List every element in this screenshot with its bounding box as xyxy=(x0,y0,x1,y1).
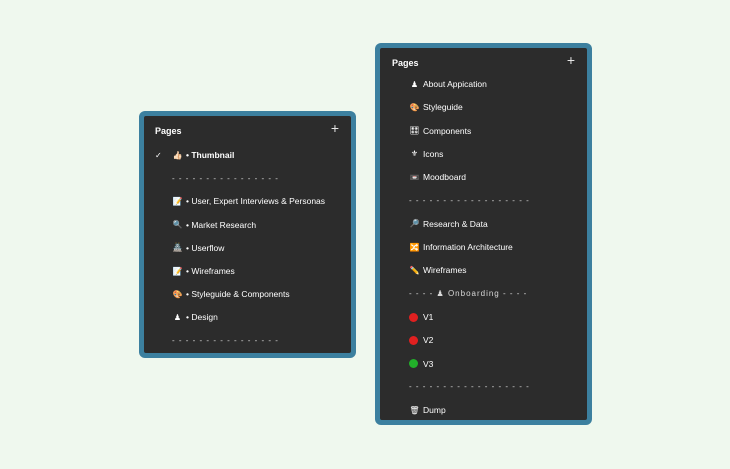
page-emoji-icon: 👍🏻 xyxy=(172,150,183,160)
page-item-label: V2 xyxy=(423,335,434,346)
page-item[interactable]: V1 xyxy=(380,308,587,326)
page-item-label: • Wireframes xyxy=(186,266,235,276)
separator-label: - - - - ♟ Onboarding - - - - xyxy=(409,289,528,299)
page-emoji-icon: 🔀 xyxy=(409,242,420,252)
page-item-label: • Styleguide & Components xyxy=(186,289,290,300)
page-separator[interactable]: - - - - - - - - - - - - - - - - - - xyxy=(380,378,587,396)
page-item-label: V1 xyxy=(423,312,434,322)
page-emoji-icon: 🎨 xyxy=(409,102,420,112)
page-item-label: Wireframes xyxy=(423,265,467,276)
page-item[interactable]: 🏯 • Userflow xyxy=(144,239,351,257)
page-item-label: V3 xyxy=(423,358,434,369)
page-item[interactable]: 🎨 Styleguide xyxy=(380,98,587,116)
right-pages-panel-frame: Pages + ♟ About Appication 🎨 Styleguide 🎛 Com… xyxy=(375,43,592,425)
status-dot-icon xyxy=(409,359,418,369)
page-item-label: • User, Expert Interviews & Personas xyxy=(186,196,326,207)
checkmark-icon: ✓ xyxy=(155,150,162,160)
page-item-label: • Market Research xyxy=(186,219,257,230)
separator-label: - - - - - - - - - - - - - - - - xyxy=(172,173,279,183)
page-item-label: • Userflow xyxy=(186,242,225,253)
page-item[interactable]: 🎨 • Styleguide & Components xyxy=(144,285,351,303)
page-item[interactable]: 📝 • User, Expert Interviews & Personas xyxy=(144,192,351,210)
right-pages-title: Pages xyxy=(392,58,419,68)
page-item[interactable]: V2 xyxy=(380,331,587,349)
page-emoji-icon: 🔎 xyxy=(409,219,420,229)
page-item[interactable]: ♟ About Appication xyxy=(380,75,587,93)
page-emoji-icon: 📝 xyxy=(172,266,183,276)
page-item-label: Styleguide xyxy=(423,102,463,113)
page-item[interactable]: ✓ 👍🏻 • Thumbnail xyxy=(144,146,351,164)
page-item-label: About Appication xyxy=(423,79,487,89)
page-emoji-icon: ♟ xyxy=(173,312,182,322)
page-item[interactable]: 📼 Moodboard xyxy=(380,168,587,186)
page-emoji-icon: 📼 xyxy=(409,172,420,182)
page-section-header[interactable]: - - - - ♟ Onboarding - - - - xyxy=(380,285,587,303)
separator-label: - - - - - - - - - - - - - - - - xyxy=(172,336,279,346)
page-item[interactable]: 🔀 Information Architecture xyxy=(380,238,587,256)
page-item[interactable]: 🔎 Research & Data xyxy=(380,215,587,233)
page-separator[interactable]: - - - - - - - - - - - - - - - - - - xyxy=(380,192,587,210)
status-dot-icon xyxy=(409,335,418,345)
page-separator[interactable]: - - - - - - - - - - - - - - - - xyxy=(144,332,351,350)
separator-label: - - - - - - - - - - - - - - - - - - xyxy=(409,196,530,205)
page-item-label: Research & Data xyxy=(423,218,488,229)
page-emoji-icon: ✏️ xyxy=(409,265,420,275)
page-item-label: Components xyxy=(423,125,472,136)
page-emoji-icon: 🏯 xyxy=(172,243,183,253)
page-emoji-icon: ⚜ xyxy=(410,149,419,159)
page-item[interactable]: ⚜ Icons xyxy=(380,145,587,163)
page-item[interactable]: 🎛 Components xyxy=(380,122,587,140)
page-item[interactable]: ♟ • Design xyxy=(144,308,351,326)
page-item-label: Dump xyxy=(423,405,446,416)
left-pages-header: Pages + xyxy=(144,116,351,146)
page-item-label: • Design xyxy=(186,312,218,323)
status-dot-icon xyxy=(409,312,418,322)
page-item[interactable]: 🔍 • Market Research xyxy=(144,216,351,234)
page-item[interactable]: ✏️ Wireframes xyxy=(380,261,587,279)
page-item[interactable]: V3 xyxy=(380,355,587,373)
left-pages-title: Pages xyxy=(155,126,182,136)
page-emoji-icon: 🎛 xyxy=(409,126,420,136)
page-item[interactable]: 📝 • Wireframes xyxy=(144,262,351,280)
page-emoji-icon: 🗑 xyxy=(409,405,420,415)
page-item-label: • Thumbnail xyxy=(186,150,235,160)
left-add-page-icon[interactable]: + xyxy=(331,121,339,135)
right-pages-panel: Pages + ♟ About Appication 🎨 Styleguide 🎛 Com… xyxy=(380,48,587,420)
page-item[interactable]: 🗑 Dump xyxy=(380,401,587,419)
page-item-label: Moodboard xyxy=(423,172,467,183)
separator-label: - - - - - - - - - - - - - - - - - - xyxy=(409,382,530,392)
right-add-page-icon[interactable]: + xyxy=(567,53,575,67)
page-emoji-icon: 🔍 xyxy=(172,220,183,230)
page-emoji-icon: 🎨 xyxy=(172,289,183,299)
page-emoji-icon: ♟ xyxy=(410,79,419,89)
left-pages-panel-frame: Pages + ✓ 👍🏻 • Thumbnail - - - - - - - - - … xyxy=(139,111,356,358)
page-emoji-icon: 📝 xyxy=(172,196,183,206)
right-pages-header: Pages + xyxy=(380,48,587,78)
page-item-label: Icons xyxy=(423,148,444,159)
page-separator[interactable]: - - - - - - - - - - - - - - - - xyxy=(144,169,351,187)
page-item-label: Information Architecture xyxy=(423,242,513,253)
left-pages-panel: Pages + ✓ 👍🏻 • Thumbnail - - - - - - - - - … xyxy=(144,116,351,353)
